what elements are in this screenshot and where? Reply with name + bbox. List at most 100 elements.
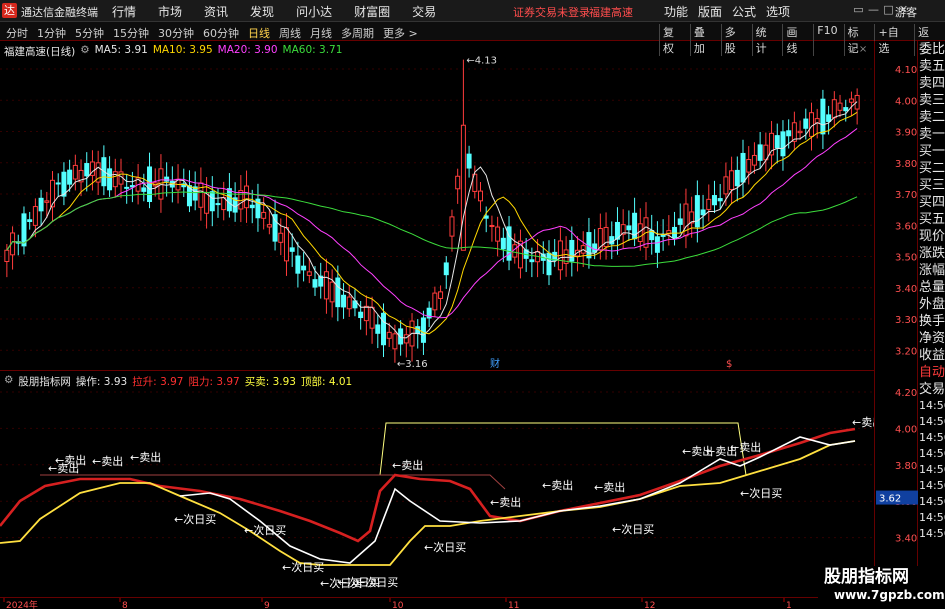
indicator-tick: 4.00 bbox=[895, 424, 917, 435]
buy-signal: ←次日买 bbox=[356, 575, 398, 589]
menu-layout[interactable]: 版面 bbox=[698, 3, 722, 20]
candle-body bbox=[403, 334, 409, 344]
settings-icon[interactable]: ⚙ bbox=[4, 374, 13, 389]
login-status[interactable]: 证券交易未登录 bbox=[513, 4, 590, 20]
top-value: 顶部: 4.01 bbox=[300, 376, 353, 388]
candle-body bbox=[266, 224, 272, 228]
menu-market-quotes[interactable]: 行情 bbox=[112, 3, 136, 20]
app-logo-icon: 达 bbox=[2, 3, 17, 18]
ma5-label: MA5: 3.91 bbox=[94, 44, 148, 56]
side-label: 卖三 bbox=[919, 93, 945, 108]
tab-daily[interactable]: 日线 bbox=[248, 25, 270, 41]
candle-body bbox=[289, 247, 295, 252]
candle-body bbox=[746, 159, 752, 173]
ma10-label: MA10: 3.95 bbox=[152, 44, 213, 56]
indicator-tick: 4.20 bbox=[895, 388, 917, 399]
candle-body bbox=[380, 312, 386, 346]
date-label: 9 bbox=[264, 601, 270, 609]
menu-ask-assistant[interactable]: 问小达 bbox=[296, 3, 332, 20]
resistance-line bbox=[40, 474, 506, 490]
ma20-label: MA20: 3.90 bbox=[217, 44, 278, 56]
tab-weekly[interactable]: 周线 bbox=[279, 25, 301, 41]
candle-body bbox=[141, 187, 147, 192]
date-label: 11 bbox=[508, 601, 519, 609]
trade-time: 14:56 bbox=[919, 479, 945, 492]
tab-1min[interactable]: 1分钟 bbox=[37, 25, 66, 41]
candle-body bbox=[820, 98, 826, 135]
kline-chart[interactable]: ←4.13 ←3.16 财 $ 福建高速(日线) ⚙ MA5: 3.91 MA10: … bbox=[0, 41, 874, 371]
indicator-name: 股朋指标网 bbox=[18, 376, 71, 388]
buy-signal: ←次日买 bbox=[612, 522, 654, 536]
candle-body bbox=[449, 216, 455, 237]
candle-body bbox=[261, 211, 267, 219]
candle-body bbox=[569, 239, 575, 262]
tab-30min[interactable]: 30分钟 bbox=[158, 25, 194, 41]
candle-body bbox=[363, 305, 369, 322]
high-price-label: ←4.13 bbox=[466, 56, 497, 67]
trade-time: 14:56 bbox=[919, 399, 945, 412]
price-tick: 4.10 bbox=[895, 65, 917, 76]
side-label: 收益 bbox=[919, 348, 945, 363]
candle-body bbox=[495, 226, 501, 242]
candle-body bbox=[734, 169, 740, 187]
trade-time: 14:56 bbox=[919, 431, 945, 444]
date-axis: 2024年 8 9 10 11 12 1 bbox=[0, 597, 874, 609]
candle-body bbox=[215, 203, 221, 206]
kline-canvas[interactable]: ←4.13 ←3.16 财 $ bbox=[0, 41, 874, 371]
side-label: 卖一 bbox=[919, 127, 945, 142]
guest-login[interactable]: 游客 bbox=[895, 4, 917, 20]
price-tick: 3.20 bbox=[895, 346, 917, 357]
tab-intraday[interactable]: 分时 bbox=[6, 25, 28, 41]
menu-formula[interactable]: 公式 bbox=[732, 3, 756, 20]
right-menu: 功能 版面 公式 选项 bbox=[664, 3, 800, 20]
watermark: 股朋指标网 www.7gpzb.com bbox=[818, 566, 945, 609]
trade-time: 14:56 bbox=[919, 463, 945, 476]
tab-5min[interactable]: 5分钟 bbox=[75, 25, 104, 41]
menu-discover[interactable]: 发现 bbox=[250, 3, 274, 20]
tab-more[interactable]: 更多 > bbox=[383, 25, 418, 41]
menu-news[interactable]: 资讯 bbox=[204, 3, 228, 20]
candle-body bbox=[335, 277, 341, 308]
ma-line bbox=[6, 128, 858, 319]
price-tick: 3.60 bbox=[895, 221, 917, 232]
tab-multi-period[interactable]: 多周期 bbox=[341, 25, 374, 41]
candle-body bbox=[198, 182, 204, 208]
menu-trade[interactable]: 交易 bbox=[412, 3, 436, 20]
menu-wealth-circle[interactable]: 财富圈 bbox=[354, 3, 390, 20]
maximize-icon[interactable]: □ bbox=[882, 3, 895, 16]
sell-signal: ←卖出 bbox=[490, 495, 521, 509]
side-label: 卖二 bbox=[919, 110, 945, 125]
restore-icon[interactable]: ▭ bbox=[852, 3, 865, 16]
buy-signal: ←次日买 bbox=[740, 486, 782, 500]
indicator-chart[interactable]: ←卖出←卖出←卖出←卖出←卖出←卖出←卖出←卖出←卖出←卖出←卖出←卖出←次日买… bbox=[0, 371, 883, 597]
candle-body bbox=[209, 191, 215, 212]
menu-market[interactable]: 市场 bbox=[158, 3, 182, 20]
candle-body bbox=[654, 236, 660, 253]
price-axis: 4.10 4.00 3.90 3.80 3.70 3.60 3.50 3.40 3.30 3.20… bbox=[874, 41, 918, 597]
ma-line bbox=[6, 111, 858, 335]
tab-60min[interactable]: 60分钟 bbox=[203, 25, 239, 41]
sell-signal: ←卖出 bbox=[130, 450, 161, 464]
quote-side-panel: 委比 卖五 卖四 卖三 卖二 卖一 买一 买二 买三 买四 买五 现价 涨跌 涨幅 总量 外盘 换手 净资 收益 自动… bbox=[918, 41, 945, 609]
settings-icon[interactable]: ⚙ bbox=[80, 44, 89, 59]
tab-monthly[interactable]: 月线 bbox=[310, 25, 332, 41]
menu-options[interactable]: 选项 bbox=[766, 3, 790, 20]
candle-body bbox=[706, 198, 712, 210]
candle-body bbox=[226, 188, 232, 212]
side-label: 委比 bbox=[919, 42, 945, 57]
pane-controls[interactable]: ◇ × bbox=[848, 44, 867, 55]
indicator-canvas[interactable]: ←卖出←卖出←卖出←卖出←卖出←卖出←卖出←卖出←卖出←卖出←卖出←卖出←次日买… bbox=[0, 371, 883, 597]
candle-body bbox=[283, 227, 289, 262]
menu-functions[interactable]: 功能 bbox=[664, 3, 688, 20]
minimize-icon[interactable]: — bbox=[867, 3, 880, 16]
candle-body bbox=[346, 296, 352, 310]
candle-body bbox=[124, 186, 130, 189]
date-label: 2024年 bbox=[6, 599, 38, 609]
main-menu: 行情 市场 资讯 发现 问小达 财富圈 交易 bbox=[112, 3, 458, 20]
candle-body bbox=[489, 224, 495, 227]
candle-body bbox=[500, 237, 506, 250]
trade-value: 买卖: 3.93 bbox=[244, 376, 296, 388]
side-label: 买三 bbox=[919, 178, 945, 193]
tab-15min[interactable]: 15分钟 bbox=[113, 25, 149, 41]
candle-body bbox=[780, 131, 786, 157]
